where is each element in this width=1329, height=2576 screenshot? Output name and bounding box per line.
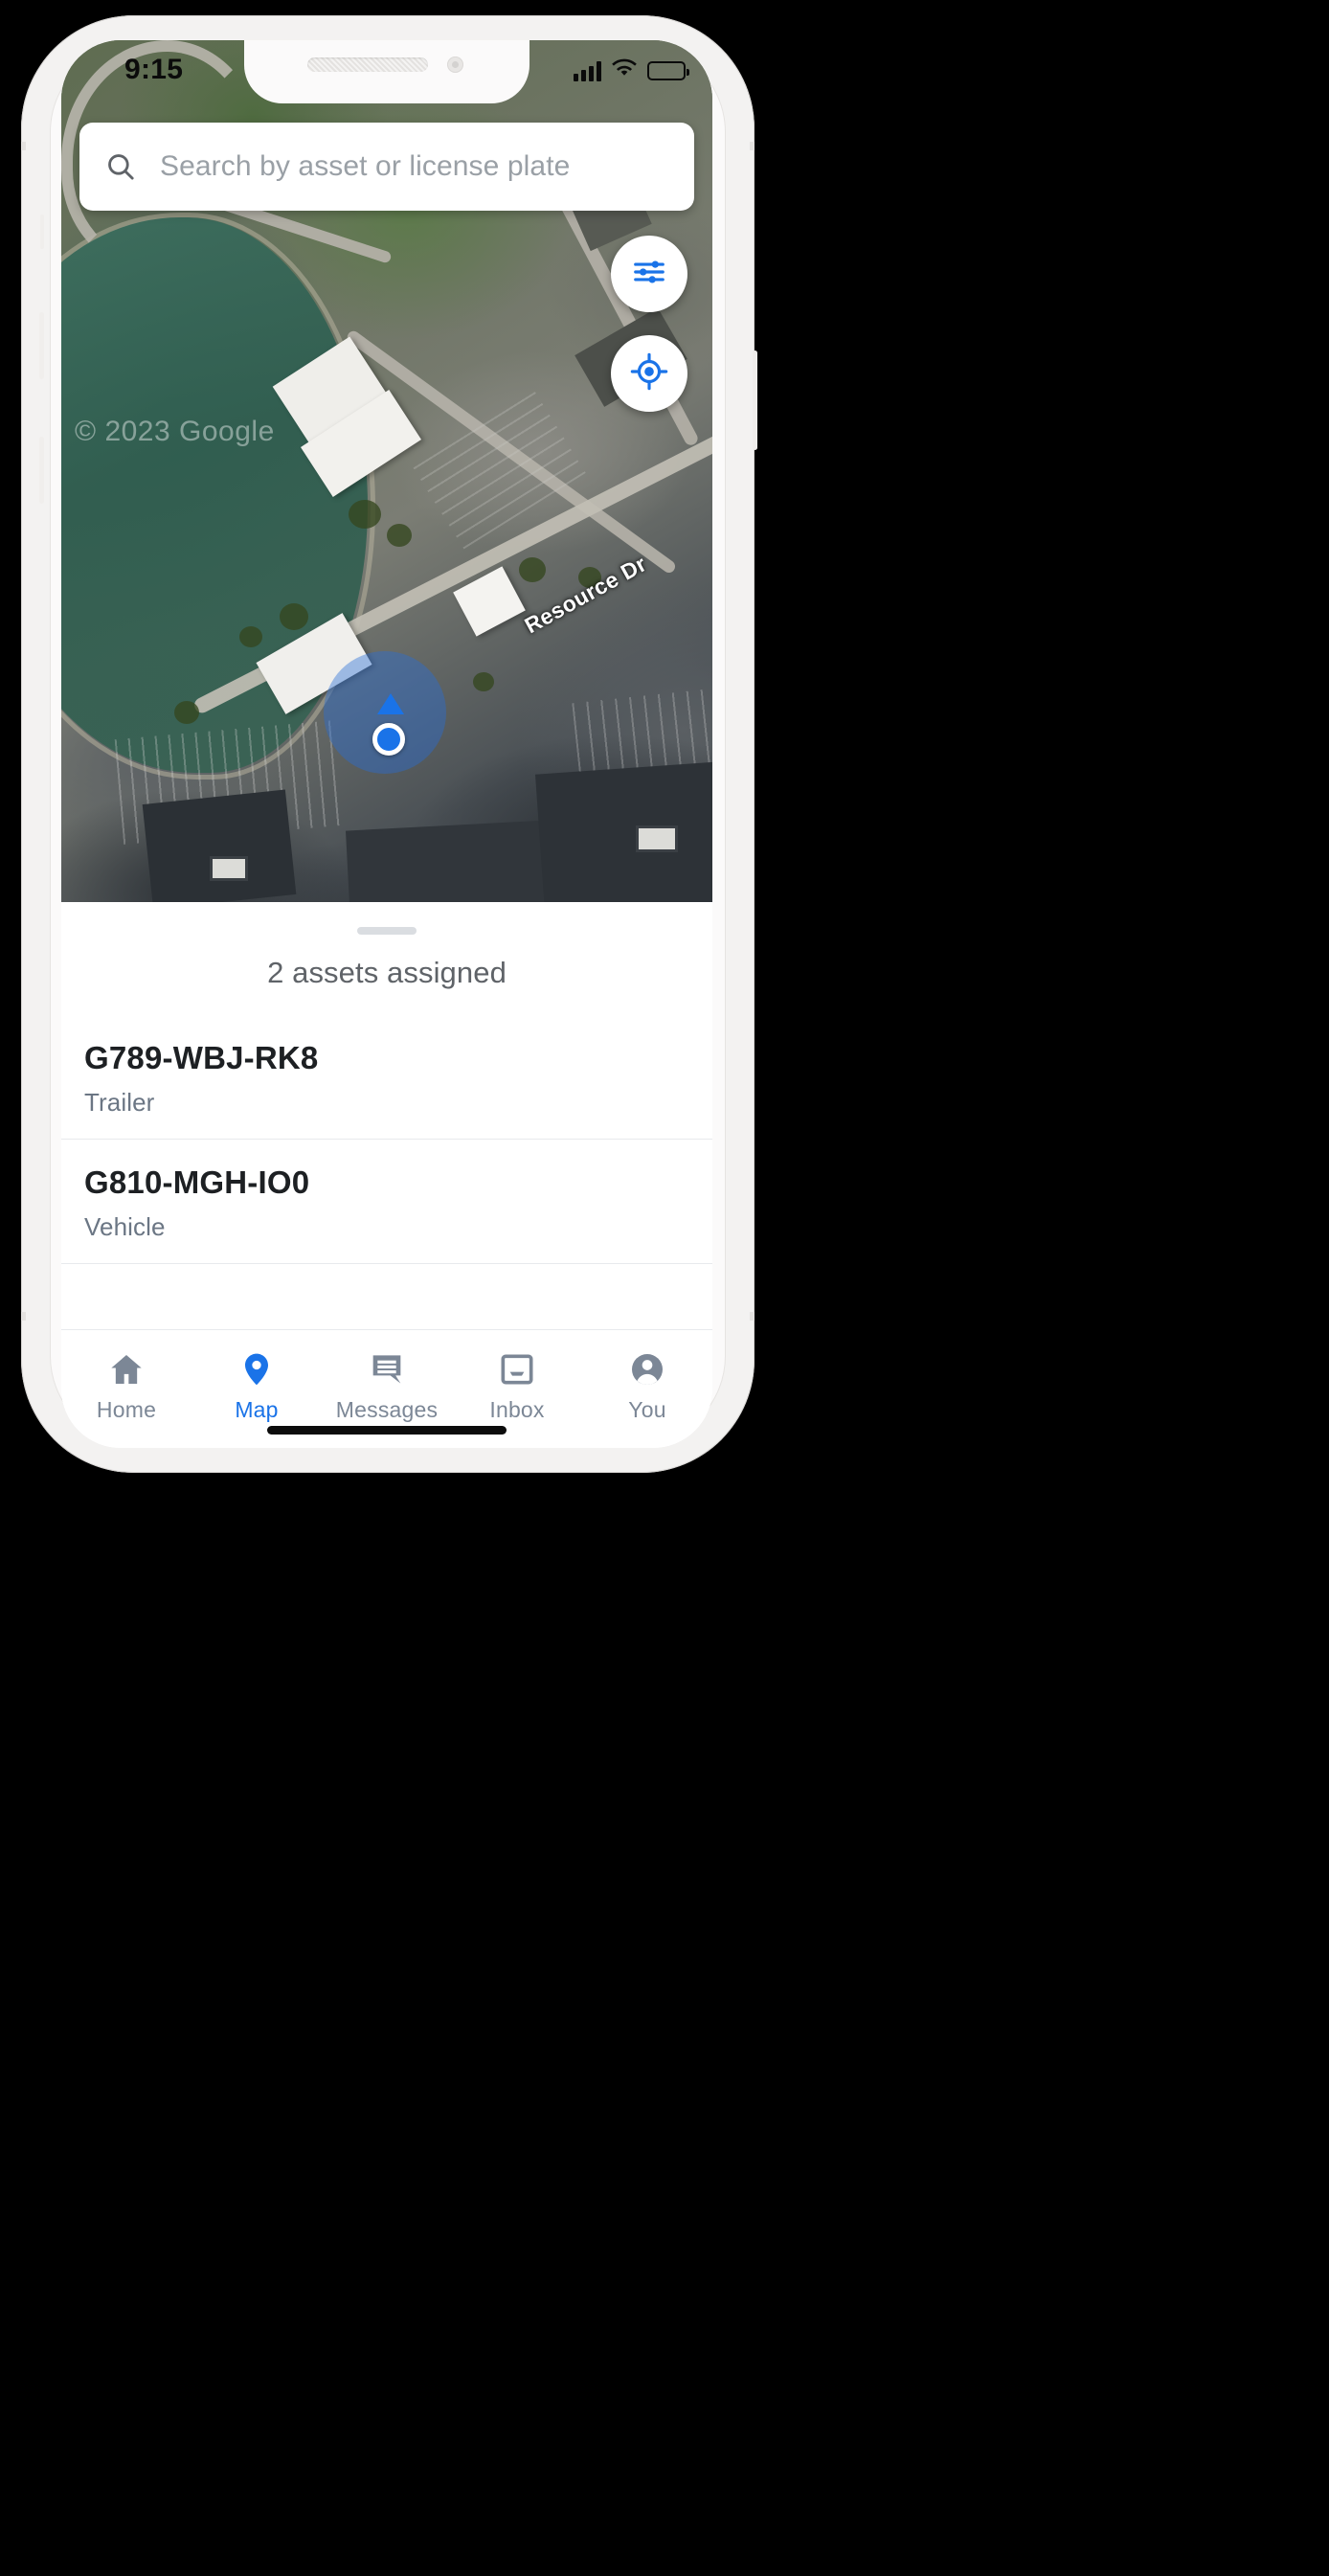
power-button[interactable] (753, 350, 757, 450)
antenna-line (750, 1312, 755, 1321)
inbox-tray-icon (498, 1350, 536, 1389)
map-tree (174, 701, 199, 724)
tab-label: You (628, 1397, 665, 1423)
asset-type: Trailer (84, 1088, 689, 1118)
my-location-button[interactable] (611, 335, 687, 412)
map-tree (349, 500, 381, 529)
map-tree (519, 557, 546, 582)
map-rooftop-unit (636, 825, 678, 852)
tab-label: Inbox (489, 1397, 544, 1423)
antenna-line (750, 142, 755, 150)
sheet-title: 2 assets assigned (61, 956, 712, 990)
asset-type: Vehicle (84, 1212, 689, 1242)
device-notch (244, 40, 529, 103)
tab-label: Messages (336, 1397, 438, 1423)
map-pin-icon (237, 1350, 276, 1389)
earpiece-speaker (307, 57, 428, 72)
filter-sliders-icon (631, 254, 667, 295)
map-building (535, 762, 712, 902)
crosshair-location-icon (630, 352, 668, 395)
tab-home[interactable]: Home (61, 1330, 191, 1448)
cellular-signal-icon (574, 60, 601, 81)
asset-name: G810-MGH-IO0 (84, 1164, 689, 1201)
map-tree (280, 603, 308, 630)
front-camera (447, 56, 463, 73)
asset-list: G789-WBJ-RK8 Trailer G810-MGH-IO0 Vehicl… (61, 1015, 712, 1264)
volume-up-button[interactable] (39, 312, 44, 379)
list-item[interactable]: G810-MGH-IO0 Vehicle (61, 1140, 712, 1264)
tab-you[interactable]: You (582, 1330, 712, 1448)
map-building (346, 821, 552, 902)
map-rooftop-unit (210, 856, 248, 881)
status-time: 9:15 (124, 54, 183, 86)
search-input[interactable]: Search by asset or license plate (79, 123, 694, 211)
battery-full-icon (647, 61, 686, 80)
asset-name: G789-WBJ-RK8 (84, 1040, 689, 1076)
list-item[interactable]: G789-WBJ-RK8 Trailer (61, 1015, 712, 1140)
status-indicators (574, 57, 686, 83)
person-circle-icon (628, 1350, 666, 1389)
phone-screen: © 2023 Google Resource Dr (61, 40, 712, 1448)
map-building (143, 789, 297, 902)
wifi-icon (611, 57, 638, 83)
search-icon (104, 150, 137, 183)
search-placeholder-text: Search by asset or license plate (160, 150, 570, 183)
drag-handle[interactable] (357, 927, 417, 935)
antenna-line (21, 142, 26, 150)
home-icon (107, 1350, 146, 1389)
mute-switch[interactable] (40, 215, 44, 249)
message-bubble-icon (368, 1350, 406, 1389)
current-location-dot (372, 723, 405, 756)
antenna-line (21, 1312, 26, 1321)
map-tree (473, 672, 494, 691)
tab-label: Map (235, 1397, 278, 1423)
map-tree (239, 626, 262, 647)
map-filter-button[interactable] (611, 236, 687, 312)
home-indicator[interactable] (267, 1426, 507, 1435)
tab-label: Home (97, 1397, 156, 1423)
volume-down-button[interactable] (39, 437, 44, 504)
heading-arrow-icon (377, 693, 404, 714)
map-tree (387, 524, 412, 547)
